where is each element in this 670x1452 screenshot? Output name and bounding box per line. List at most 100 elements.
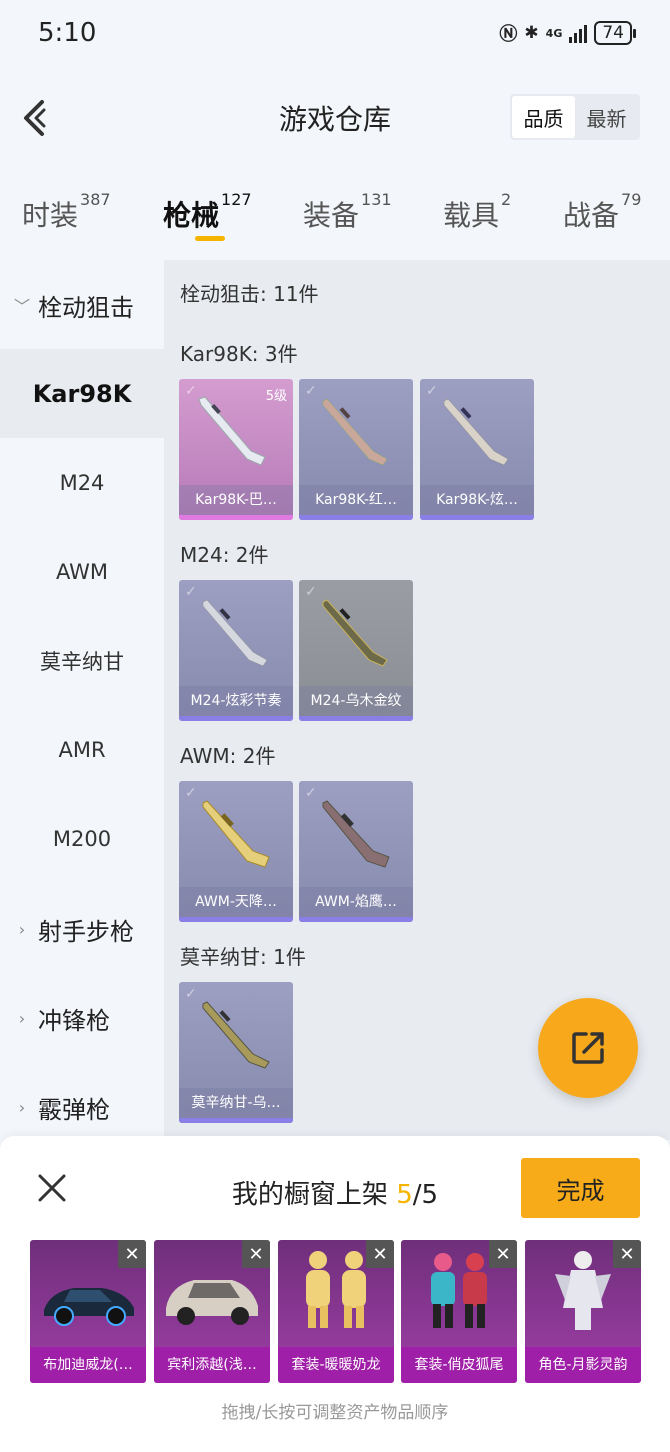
- item-card[interactable]: ✓ 莫辛纳甘-乌…: [179, 982, 293, 1123]
- tab-count: 127: [221, 190, 252, 209]
- done-button[interactable]: 完成: [521, 1158, 640, 1218]
- rarity-bar: [299, 515, 413, 520]
- sidebar: ﹀ 栓动狙击 Kar98K M24 AWM 莫辛纳甘 AMR M200 › 射手步枪…: [0, 260, 164, 1140]
- item-name: M24-炫彩节奏: [179, 686, 293, 716]
- item-card[interactable]: ✓ M24-乌木金纹: [299, 580, 413, 721]
- tab-count: 131: [361, 190, 392, 209]
- sidebar-group-label: 冲锋枪: [38, 1006, 110, 1035]
- item-card[interactable]: ✓ M24-炫彩节奏: [179, 580, 293, 721]
- rifle-icon: [322, 398, 388, 466]
- tab-count: 79: [621, 190, 642, 209]
- rarity-bar: [179, 917, 293, 922]
- status-icons: Ⓝ ✱ 4G 74: [499, 20, 636, 46]
- item-name: Kar98K-巴…: [179, 485, 293, 515]
- remove-icon[interactable]: ✕: [489, 1240, 517, 1268]
- sidebar-group-marksman[interactable]: › 射手步枪: [0, 886, 164, 972]
- sidebar-group-label: 霰弹枪: [38, 1095, 110, 1124]
- showcase-title-text: 我的橱窗上架: [231, 1180, 388, 1210]
- item-card[interactable]: ✓ Kar98K-红…: [299, 379, 413, 520]
- active-tab-indicator: [195, 236, 225, 241]
- battery-icon: 74: [594, 21, 636, 45]
- rifle-icon: [443, 398, 509, 466]
- rifle-icon: [198, 396, 266, 466]
- item-card[interactable]: ✓ AWM-焰鹰…: [299, 781, 413, 922]
- sort-toggle: 品质 最新: [510, 94, 640, 140]
- section-title: Kar98K: 3件: [180, 342, 298, 366]
- status-bar: 5:10 Ⓝ ✱ 4G 74: [0, 0, 670, 70]
- showcase-slot[interactable]: ✕ 套装-暖暖奶龙: [278, 1240, 394, 1383]
- remove-icon[interactable]: ✕: [366, 1240, 394, 1268]
- slot-label: 角色-月影灵韵: [525, 1347, 641, 1383]
- item-card[interactable]: ✓ Kar98K-炫…: [420, 379, 534, 520]
- sidebar-group-label: 射手步枪: [38, 917, 134, 946]
- nfc-icon: Ⓝ: [499, 24, 518, 45]
- section-title: 莫辛纳甘: 1件: [180, 945, 306, 969]
- showcase-slot[interactable]: ✕ 宾利添越(浅…: [154, 1240, 270, 1383]
- signal-icon: [569, 23, 588, 43]
- tab-count: 2: [501, 190, 512, 209]
- chevron-right-icon: ›: [18, 919, 26, 939]
- item-name: AWM-天降…: [179, 887, 293, 917]
- remove-icon[interactable]: ✕: [613, 1240, 641, 1268]
- rarity-bar: [179, 515, 293, 520]
- showcase-slot[interactable]: ✕ 角色-月影灵韵: [525, 1240, 641, 1383]
- tab-label: 载具: [443, 199, 500, 232]
- rarity-bar: [299, 917, 413, 922]
- item-name: Kar98K-红…: [299, 485, 413, 515]
- item-name: Kar98K-炫…: [420, 485, 534, 515]
- tab-equipment[interactable]: 装备 131: [303, 190, 392, 234]
- showcase-count: 5: [396, 1180, 413, 1210]
- item-card[interactable]: ✓ 5级 Kar98K-巴…: [179, 379, 293, 520]
- sidebar-item-awm[interactable]: AWM: [0, 527, 164, 616]
- sidebar-item-amr[interactable]: AMR: [0, 705, 164, 794]
- header: 游戏仓库 品质 最新: [0, 80, 670, 156]
- tab-label: 枪械: [163, 199, 220, 232]
- item-name: 莫辛纳甘-乌…: [179, 1088, 293, 1118]
- sidebar-item-m24[interactable]: M24: [0, 438, 164, 527]
- showcase-slot[interactable]: ✕ 套装-俏皮狐尾: [401, 1240, 517, 1383]
- slot-label: 宾利添越(浅…: [154, 1347, 270, 1383]
- remove-icon[interactable]: ✕: [118, 1240, 146, 1268]
- rifle-icon: [202, 599, 268, 667]
- rifle-icon: [322, 800, 390, 868]
- showcase-slot[interactable]: ✕ 布加迪威龙(…: [30, 1240, 146, 1383]
- category-count: 栓动狙击: 11件: [180, 282, 319, 306]
- share-external-icon: [572, 1032, 604, 1064]
- sidebar-item-m200[interactable]: M200: [0, 794, 164, 883]
- sort-newest-button[interactable]: 最新: [575, 96, 638, 138]
- rifle-icon: [202, 1001, 270, 1069]
- slot-label: 套装-暖暖奶龙: [278, 1347, 394, 1383]
- tab-guns[interactable]: 枪械 127: [163, 190, 252, 234]
- section-title: M24: 2件: [180, 543, 269, 567]
- sidebar-item-mosin[interactable]: 莫辛纳甘: [0, 616, 164, 705]
- chevron-right-icon: ›: [18, 1097, 26, 1117]
- item-card[interactable]: ✓ AWM-天降…: [179, 781, 293, 922]
- slot-label: 布加迪威龙(…: [30, 1347, 146, 1383]
- reorder-hint: 拖拽/长按可调整资产物品顺序: [221, 1403, 449, 1423]
- tab-supplies[interactable]: 战备 79: [563, 190, 641, 234]
- share-button[interactable]: [538, 998, 638, 1098]
- section-title: AWM: 2件: [180, 744, 276, 768]
- rarity-bar: [420, 515, 534, 520]
- chevron-right-icon: ›: [18, 1008, 26, 1028]
- category-tabs: 时装 387 枪械 127 装备 131 载具 2 战备 79: [0, 186, 670, 246]
- sidebar-group-smg[interactable]: › 冲锋枪: [0, 975, 164, 1061]
- rifle-icon: [322, 599, 388, 667]
- rarity-bar: [299, 716, 413, 721]
- item-name: M24-乌木金纹: [299, 686, 413, 716]
- item-name: AWM-焰鹰…: [299, 887, 413, 917]
- sidebar-group-label: 栓动狙击: [38, 293, 134, 322]
- bluetooth-icon: ✱: [524, 23, 539, 43]
- sidebar-group-bolt-action[interactable]: ﹀ 栓动狙击: [0, 262, 164, 348]
- chevron-down-icon: ﹀: [13, 297, 30, 316]
- sidebar-item-kar98k[interactable]: Kar98K: [0, 349, 164, 438]
- network-label: 4G: [545, 26, 563, 40]
- remove-icon[interactable]: ✕: [242, 1240, 270, 1268]
- tab-count: 387: [80, 190, 111, 209]
- sort-quality-button[interactable]: 品质: [512, 96, 575, 138]
- rarity-bar: [179, 1118, 293, 1123]
- tab-fashion[interactable]: 时装 387: [22, 190, 111, 234]
- showcase-total: /5: [412, 1180, 439, 1210]
- showcase-panel: 我的橱窗上架 5/5 完成 ✕ 布加迪威龙(… ✕ 宾利添越(浅… ✕ 套装-暖…: [0, 1136, 670, 1452]
- tab-vehicles[interactable]: 载具 2: [443, 190, 511, 234]
